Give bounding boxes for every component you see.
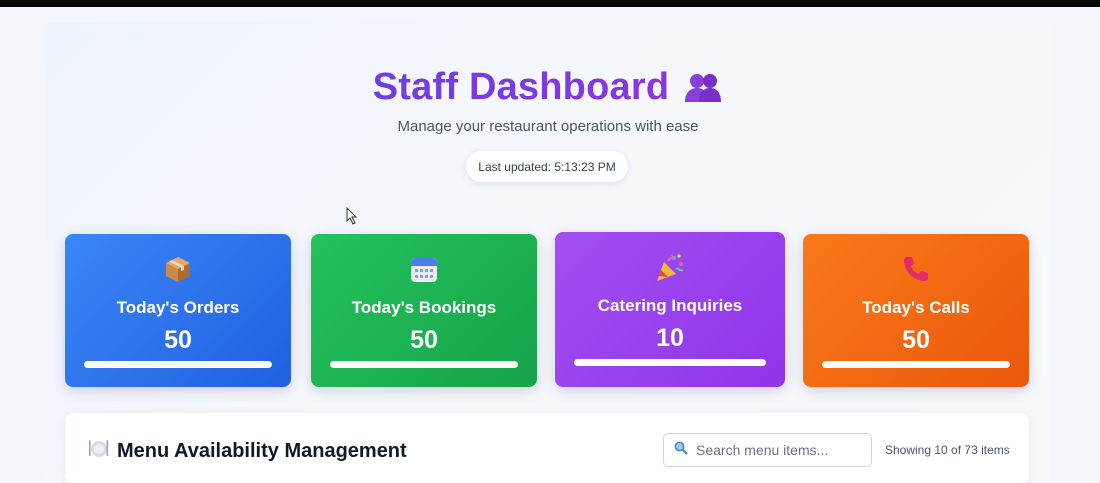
menu-availability-panel: Menu Availability Management Showing 10 … xyxy=(65,413,1029,483)
menu-section-title: Menu Availability Management xyxy=(87,437,407,465)
mouse-cursor-icon xyxy=(346,207,358,225)
stat-label: Catering Inquiries xyxy=(597,296,743,315)
party-popper-icon xyxy=(555,252,785,284)
progress-bar xyxy=(84,361,272,368)
progress-bar xyxy=(822,361,1010,368)
search-input[interactable] xyxy=(696,442,856,458)
last-updated-badge: Last updated: 5:13:23 PM xyxy=(466,151,628,182)
phone-icon xyxy=(803,254,1029,286)
progress-bar xyxy=(574,359,766,366)
stat-card-bookings[interactable]: Today's Bookings 50 xyxy=(311,234,537,387)
window-top-bar xyxy=(0,0,1100,7)
stat-value: 50 xyxy=(902,326,930,354)
dashboard-header: Staff Dashboard Manage your restaurant o… xyxy=(46,60,1050,135)
stat-value: 10 xyxy=(656,324,684,352)
stat-label: Today's Calls xyxy=(862,298,970,317)
stat-value: 50 xyxy=(410,326,438,354)
page-title: Staff Dashboard xyxy=(372,65,670,108)
plate-icon xyxy=(87,437,109,465)
people-icon xyxy=(683,70,723,104)
items-count-text: Showing 10 of 73 items xyxy=(885,443,1010,457)
package-icon xyxy=(65,254,291,286)
stat-label: Today's Orders xyxy=(116,298,240,317)
stat-card-orders[interactable]: Today's Orders 50 xyxy=(65,234,291,387)
stat-label: Today's Bookings xyxy=(351,298,497,317)
stat-value: 50 xyxy=(164,326,192,354)
search-box[interactable] xyxy=(663,433,872,467)
search-icon xyxy=(674,441,688,460)
stat-card-calls[interactable]: Today's Calls 50 xyxy=(803,234,1029,387)
progress-bar xyxy=(330,361,518,368)
menu-title-text: Menu Availability Management xyxy=(117,439,407,462)
page-subtitle: Manage your restaurant operations with e… xyxy=(397,118,699,135)
title-row: Staff Dashboard xyxy=(46,60,1050,114)
calendar-icon xyxy=(311,254,537,286)
stat-card-catering[interactable]: Catering Inquiries 10 xyxy=(555,232,785,387)
